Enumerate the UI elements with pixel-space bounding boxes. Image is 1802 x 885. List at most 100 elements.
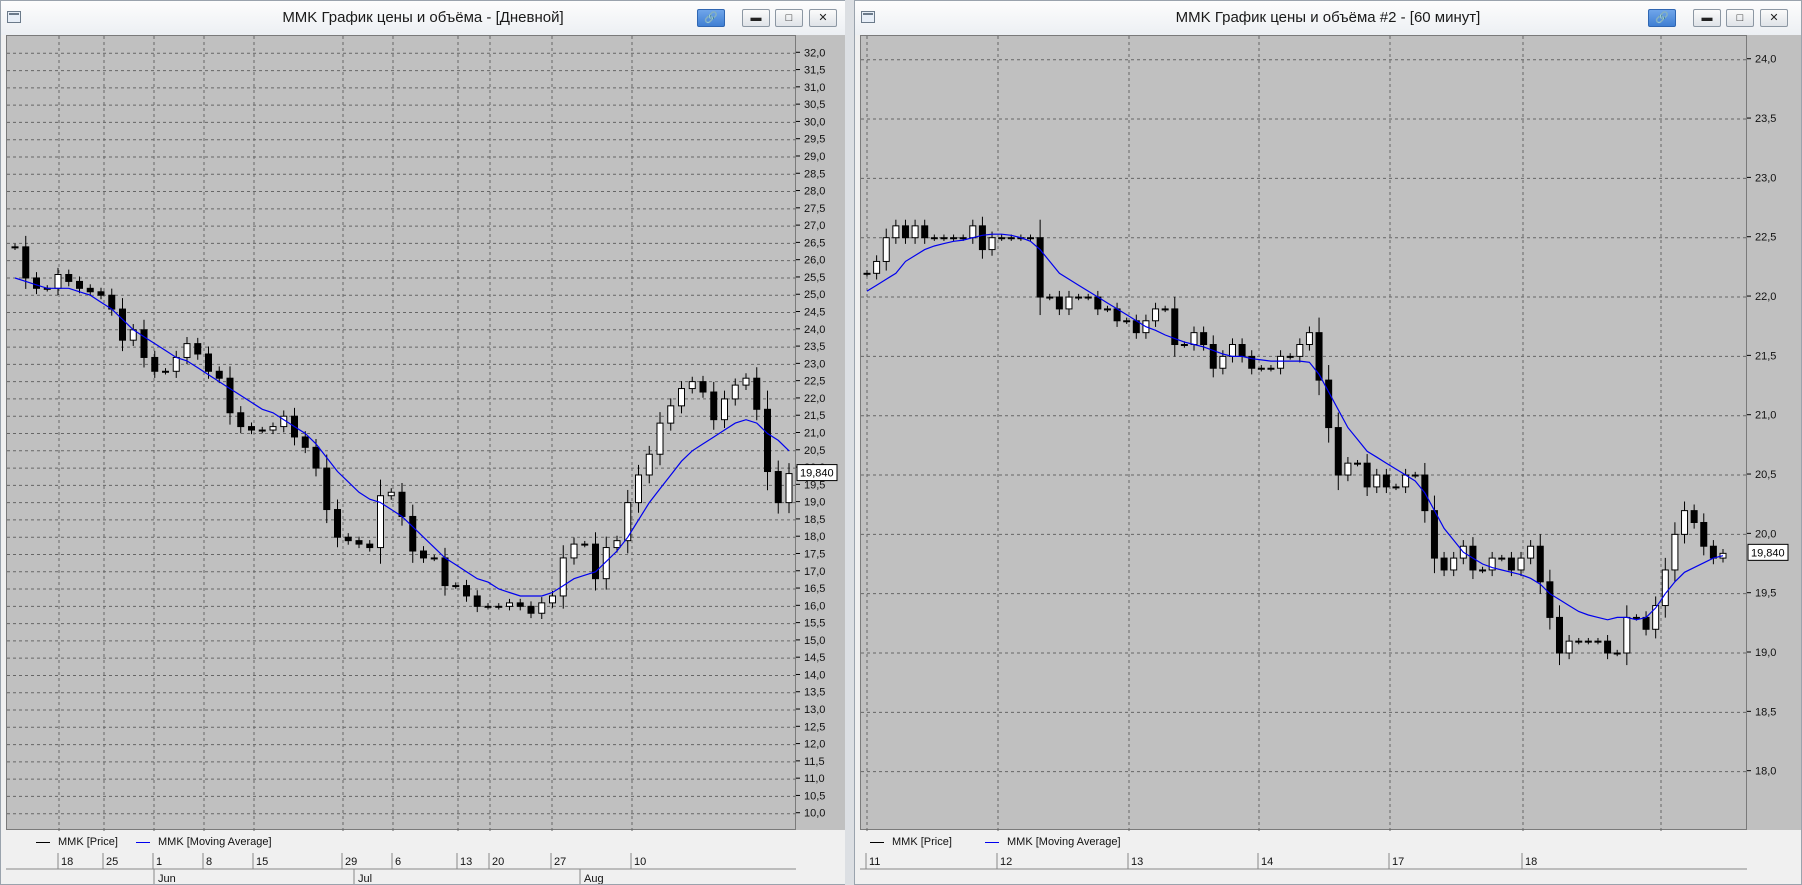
- candle-body: [312, 446, 320, 469]
- date-tick-label: 25: [106, 856, 118, 868]
- y-tick-label: 22,5: [1755, 232, 1776, 244]
- date-axis[interactable]: 11 12 13 14 17 18: [860, 853, 1747, 884]
- date-tick-label: 10: [634, 856, 646, 868]
- candle-body: [1632, 616, 1640, 619]
- candle-body: [172, 356, 180, 372]
- candle-body: [882, 237, 890, 262]
- candle-body: [183, 343, 191, 358]
- maximize-button[interactable]: □: [775, 9, 803, 27]
- y-tick-label: 11,0: [804, 773, 825, 785]
- close-button[interactable]: ✕: [809, 9, 837, 27]
- candle-body: [1007, 237, 1015, 240]
- date-tick-label: 15: [256, 856, 268, 868]
- candle-body: [452, 585, 460, 588]
- candle-body: [76, 280, 83, 289]
- candle-body: [1527, 545, 1535, 559]
- window-titlebar[interactable]: MMK График цены и объёма #2 - [60 минут]…: [855, 1, 1801, 35]
- candle-body: [988, 237, 996, 251]
- candle-body: [731, 384, 739, 400]
- price-axis[interactable]: 32,0 31,5 31,0 30,5 30,0 29,5 29,0 28,5 28,0 27,5…: [796, 35, 845, 830]
- candle-body: [1671, 533, 1679, 571]
- y-tick-label: 17,5: [804, 548, 825, 560]
- legend-item-moving-average: MMK [Moving Average]: [136, 836, 272, 848]
- candle-body: [921, 225, 929, 239]
- link-button[interactable]: 🔗: [1648, 9, 1676, 27]
- candle-body: [969, 225, 977, 239]
- chart-legend: MMK [Price] MMK [Moving Average]: [6, 831, 845, 853]
- y-tick-label: 27,5: [804, 203, 825, 215]
- candle-body: [892, 225, 900, 239]
- candle-body: [1161, 308, 1169, 311]
- y-tick-label: 26,0: [804, 255, 825, 267]
- y-tick-label: 14,0: [804, 669, 825, 681]
- candle-body: [1334, 427, 1342, 476]
- y-tick-label: 24,0: [1755, 54, 1776, 66]
- y-tick-label: 21,5: [804, 410, 825, 422]
- candle-body: [1498, 557, 1506, 560]
- window-titlebar[interactable]: MMK График цены и объёма - [Дневной] 🔗 ▬…: [1, 1, 845, 35]
- minimize-button[interactable]: ▬: [742, 9, 770, 27]
- candle-body: [1055, 296, 1063, 310]
- date-axis[interactable]: 18 25 1 8 15 29 6 13 20 27 10 Jun Jul Aug: [6, 853, 796, 885]
- candle-body: [1536, 545, 1544, 583]
- candle-body: [1700, 521, 1708, 547]
- candle-body: [516, 602, 524, 607]
- y-tick-label: 26,5: [804, 237, 825, 249]
- candle-body: [1709, 545, 1717, 559]
- candle-body: [1440, 557, 1448, 571]
- y-tick-label: 22,5: [804, 376, 825, 388]
- candle-body: [1036, 237, 1044, 298]
- legend-item-price: MMK [Price]: [36, 836, 118, 848]
- date-tick-label: 20: [492, 856, 504, 868]
- candle-body: [398, 491, 406, 517]
- price-chart-plot[interactable]: [6, 35, 797, 831]
- y-tick-label: 23,5: [804, 341, 825, 353]
- y-tick-label: 18,5: [804, 514, 825, 526]
- price-chart-plot[interactable]: [860, 35, 1748, 831]
- candle-body: [22, 246, 30, 279]
- candle-body: [1267, 367, 1275, 370]
- y-tick-label: 15,5: [804, 618, 825, 630]
- maximize-button[interactable]: □: [1726, 9, 1754, 27]
- y-tick-label: 31,5: [804, 65, 825, 77]
- date-tick-label: 14: [1261, 856, 1273, 868]
- candle-body: [1479, 569, 1487, 572]
- candle-body: [688, 381, 696, 390]
- candle-body: [1286, 355, 1294, 358]
- candle-body: [366, 543, 374, 549]
- candle-body: [570, 543, 578, 559]
- candle-body: [742, 377, 750, 386]
- candle-body: [151, 356, 159, 372]
- candle-body: [959, 237, 967, 240]
- hourly-chart-window: MMK График цены и объёма #2 - [60 минут]…: [854, 0, 1802, 885]
- y-tick-label: 15,0: [804, 635, 825, 647]
- minimize-button[interactable]: ▬: [1693, 9, 1721, 27]
- y-tick-label: 23,0: [1755, 172, 1776, 184]
- candle-body: [1661, 569, 1669, 607]
- y-tick-label: 22,0: [1755, 291, 1776, 303]
- candle-body: [463, 585, 470, 597]
- y-tick-label: 18,0: [1755, 766, 1776, 778]
- candle-body: [1277, 355, 1285, 369]
- candle-body: [559, 557, 567, 597]
- date-tick-label: 11: [869, 856, 880, 868]
- candle-body: [753, 377, 761, 410]
- y-tick-label: 27,0: [804, 220, 825, 232]
- candle-body: [1228, 344, 1236, 357]
- candle-body: [940, 237, 948, 240]
- candle-body: [108, 294, 116, 310]
- date-tick-label: 1: [156, 856, 162, 868]
- candle-body: [785, 473, 793, 504]
- candle-body: [710, 391, 718, 421]
- chart-legend: MMK [Price] MMK [Moving Average]: [860, 831, 1800, 853]
- price-axis[interactable]: 24,0 23,5 23,0 22,5 22,0 21,5 21,0 20,5 20,0 19,5…: [1747, 35, 1801, 830]
- candle-body: [1430, 510, 1438, 559]
- link-button[interactable]: 🔗: [697, 9, 725, 27]
- close-button[interactable]: ✕: [1760, 9, 1788, 27]
- candle-body: [387, 491, 395, 497]
- candle-body: [226, 377, 234, 414]
- month-label: Aug: [584, 873, 604, 885]
- candle-body: [205, 353, 212, 372]
- candle-body: [1690, 510, 1698, 523]
- date-tick-label: 13: [1131, 856, 1143, 868]
